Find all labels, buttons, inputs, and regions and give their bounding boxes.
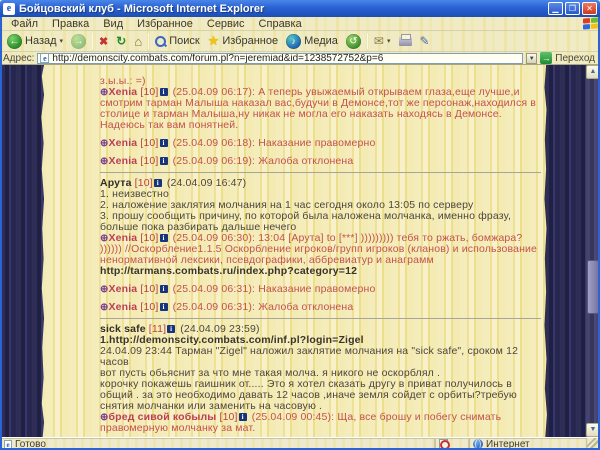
info-icon[interactable]: i xyxy=(160,157,168,165)
back-dropdown-icon[interactable]: ▾ xyxy=(60,37,64,45)
page-right-border xyxy=(544,65,586,437)
thread-body-line: 24.04.09 23:44 Тарман "Zigel" наложил за… xyxy=(100,346,541,368)
stop-icon: ✖ xyxy=(99,35,108,48)
forum-reply: ⊕Xenia [10]i (25.04.09 06:17): А теперь … xyxy=(100,87,541,131)
thread-body-line: корочку покажешь гаишник от..... Это я х… xyxy=(100,379,541,412)
search-button[interactable]: Поиск xyxy=(151,34,203,48)
refresh-icon: ↻ xyxy=(116,34,126,48)
menu-file[interactable]: Файл xyxy=(4,18,45,30)
forum-reply: ⊕Xenia [10]i (25.04.09 06:30): 13:04 [Ар… xyxy=(100,233,541,277)
go-button[interactable]: → Переход xyxy=(540,52,597,64)
user-badge-icon: ⊕ xyxy=(100,138,109,149)
windows-logo-icon xyxy=(583,17,598,30)
edit-icon: ✎ xyxy=(420,34,430,48)
print-icon xyxy=(399,37,412,46)
refresh-button[interactable]: ↻ xyxy=(112,33,130,49)
info-icon[interactable]: i xyxy=(160,285,168,293)
info-icon[interactable]: i xyxy=(167,325,175,333)
minimize-button[interactable]: ▁ xyxy=(548,2,563,15)
username-link[interactable]: Xenia xyxy=(109,155,138,167)
window-border xyxy=(0,17,2,450)
toolbar-separator xyxy=(148,33,149,49)
menu-edit[interactable]: Правка xyxy=(45,18,96,30)
toolbar: ← Назад ▾ → ✖ ↻ ⌂ Поиск ★ Избранное ♪ Ме… xyxy=(0,31,600,52)
menu-favorites[interactable]: Избранное xyxy=(130,18,200,30)
user-badge-icon: ⊕ xyxy=(100,302,109,313)
window-title: Бойцовский клуб - Microsoft Internet Exp… xyxy=(19,3,548,15)
page-icon: e xyxy=(40,53,49,63)
address-bar: Адрес: e http://demonscity.combats.com/f… xyxy=(0,52,600,65)
address-label: Адрес: xyxy=(3,53,34,64)
menu-tools[interactable]: Сервис xyxy=(200,18,252,30)
home-icon: ⌂ xyxy=(134,34,142,49)
info-icon[interactable]: i xyxy=(160,88,168,96)
user-badge-icon: ⊕ xyxy=(100,284,109,295)
history-icon: ↺ xyxy=(346,34,361,49)
forum-reply: ⊕Xenia [10]i (25.04.09 06:19): Жалоба от… xyxy=(100,156,541,167)
media-icon: ♪ xyxy=(286,34,301,49)
forum-reply: ⊕Xenia [10]i (25.04.09 06:31): Наказание… xyxy=(100,284,541,295)
address-dropdown-icon[interactable]: ▼ xyxy=(526,53,537,64)
menu-view[interactable]: Вид xyxy=(96,18,130,30)
info-icon[interactable]: i xyxy=(160,234,168,242)
forum-reply: ⊕Xenia [10]i (25.04.09 06:18): Наказание… xyxy=(100,138,541,149)
forum-posts: з.ы.ы.: =) ⊕Xenia [10]i (25.04.09 06:17)… xyxy=(100,65,541,434)
favorites-star-icon: ★ xyxy=(208,33,220,49)
username-link[interactable]: Xenia xyxy=(109,301,138,313)
media-button[interactable]: ♪ Медиа xyxy=(282,33,342,50)
mail-icon: ✉ xyxy=(374,34,384,48)
go-arrow-icon: → xyxy=(540,52,552,64)
info-icon[interactable]: i xyxy=(160,303,168,311)
page-viewport: з.ы.ы.: =) ⊕Xenia [10]i (25.04.09 06:17)… xyxy=(0,65,600,437)
page-left-border xyxy=(0,65,44,437)
forum-reply: ⊕бред сивой кобылы [10]i (25.04.09 00:45… xyxy=(100,412,541,434)
username-link[interactable]: Xenia xyxy=(109,283,138,295)
menu-bar: Файл Правка Вид Избранное Сервис Справка xyxy=(0,17,600,31)
thread-body-line: 3. прошу сообщить причину, по которой бы… xyxy=(100,211,541,233)
title-bar[interactable]: e Бойцовский клуб - Microsoft Internet E… xyxy=(0,0,600,17)
user-badge-icon: ⊕ xyxy=(100,156,109,167)
maximize-button[interactable]: ❐ xyxy=(565,2,580,15)
favorites-button[interactable]: ★ Избранное xyxy=(204,32,282,50)
back-button[interactable]: ← Назад ▾ xyxy=(3,33,67,50)
search-icon xyxy=(155,36,166,47)
forward-icon: → xyxy=(71,34,86,49)
info-icon[interactable]: i xyxy=(160,139,168,147)
info-icon[interactable]: i xyxy=(239,413,247,421)
edit-button[interactable]: ✎ xyxy=(416,33,434,49)
print-button[interactable] xyxy=(395,36,416,47)
menu-help[interactable]: Справка xyxy=(252,18,309,30)
forward-button[interactable]: → xyxy=(67,33,90,50)
home-button[interactable]: ⌂ xyxy=(130,33,146,50)
thread-divider xyxy=(100,318,541,319)
back-icon: ← xyxy=(7,34,22,49)
forum-reply: ⊕Xenia [10]i (25.04.09 06:31): Жалоба от… xyxy=(100,302,541,313)
thread-divider xyxy=(100,172,541,173)
history-button[interactable]: ↺ xyxy=(342,33,365,50)
toolbar-separator xyxy=(367,33,368,49)
close-button[interactable]: ✕ xyxy=(582,2,597,15)
stop-button[interactable]: ✖ xyxy=(95,34,112,49)
address-input[interactable]: e http://demonscity.combats.com/forum.pl… xyxy=(37,53,523,64)
rules-link[interactable]: http://tarmans.combats.ru/index.php?cate… xyxy=(100,265,357,277)
username-link[interactable]: Xenia xyxy=(109,137,138,149)
browser-window: e Бойцовский клуб - Microsoft Internet E… xyxy=(0,0,600,450)
mail-dropdown-icon[interactable]: ▾ xyxy=(387,37,391,45)
address-url: http://demonscity.combats.com/forum.pl?n… xyxy=(52,53,383,64)
toolbar-separator xyxy=(92,33,93,49)
info-icon[interactable]: i xyxy=(154,179,162,187)
mail-button[interactable]: ✉ ▾ xyxy=(370,33,395,49)
ie-app-icon: e xyxy=(3,3,15,15)
